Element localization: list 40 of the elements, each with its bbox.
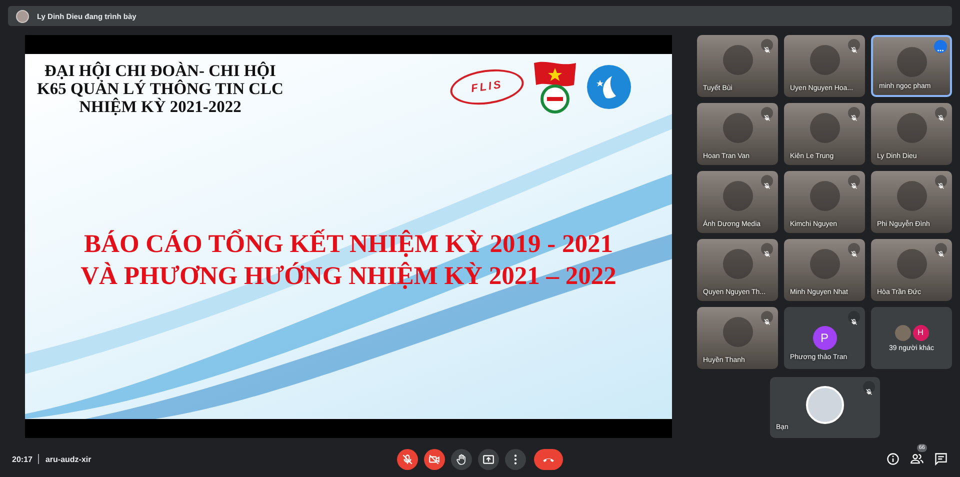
chat-icon[interactable] [934,452,948,466]
camera-off-icon [428,452,441,466]
video-placeholder [810,249,840,279]
video-placeholder [810,113,840,143]
present-screen-icon [482,452,495,466]
video-placeholder [896,181,926,211]
video-placeholder [896,113,926,143]
meeting-code: aru-audz-xir [45,454,92,464]
slide-title-line: BÁO CÁO TỔNG KẾT NHIỆM KỲ 2019 - 2021 [84,228,613,260]
avatar-placeholder [806,386,844,424]
round-emblem-icon [586,64,632,110]
presenter-avatar [16,10,29,22]
meeting-time: 20:17 [12,454,32,464]
slide-heading-line: NHIỆM KỲ 2021-2022 [79,98,242,116]
end-call-button[interactable] [534,448,563,470]
video-placeholder [722,249,752,279]
slide-heading-line: ĐẠI HỘI CHI ĐOÀN- CHI HỘI [44,62,276,80]
more-options-button[interactable] [505,448,526,470]
people-icon[interactable] [910,452,924,466]
slide-heading-line: K65 QUẢN LÝ THÔNG TIN CLC [37,80,284,98]
info-icon[interactable] [886,452,900,466]
present-button[interactable] [478,448,499,470]
avatar-initial: P [812,326,836,350]
microphone-button[interactable] [397,448,418,470]
video-placeholder [722,317,752,347]
video-placeholder [810,181,840,211]
video-placeholder [810,45,840,75]
video-placeholder [722,113,752,143]
video-placeholder [722,181,752,211]
avatar-initial: H [912,324,928,340]
avatar-placeholder [894,324,910,340]
camera-button[interactable] [424,448,445,470]
more-options-icon[interactable] [934,40,947,53]
video-placeholder [896,249,926,279]
hand-icon [455,452,468,466]
mic-off-icon [401,452,414,466]
video-placeholder [896,47,926,77]
slide-title-line: VÀ PHƯƠNG HƯỚNG NHIỆM KỲ 2021 – 2022 [80,260,616,292]
video-placeholder [722,45,752,75]
raise-hand-button[interactable] [451,448,472,470]
